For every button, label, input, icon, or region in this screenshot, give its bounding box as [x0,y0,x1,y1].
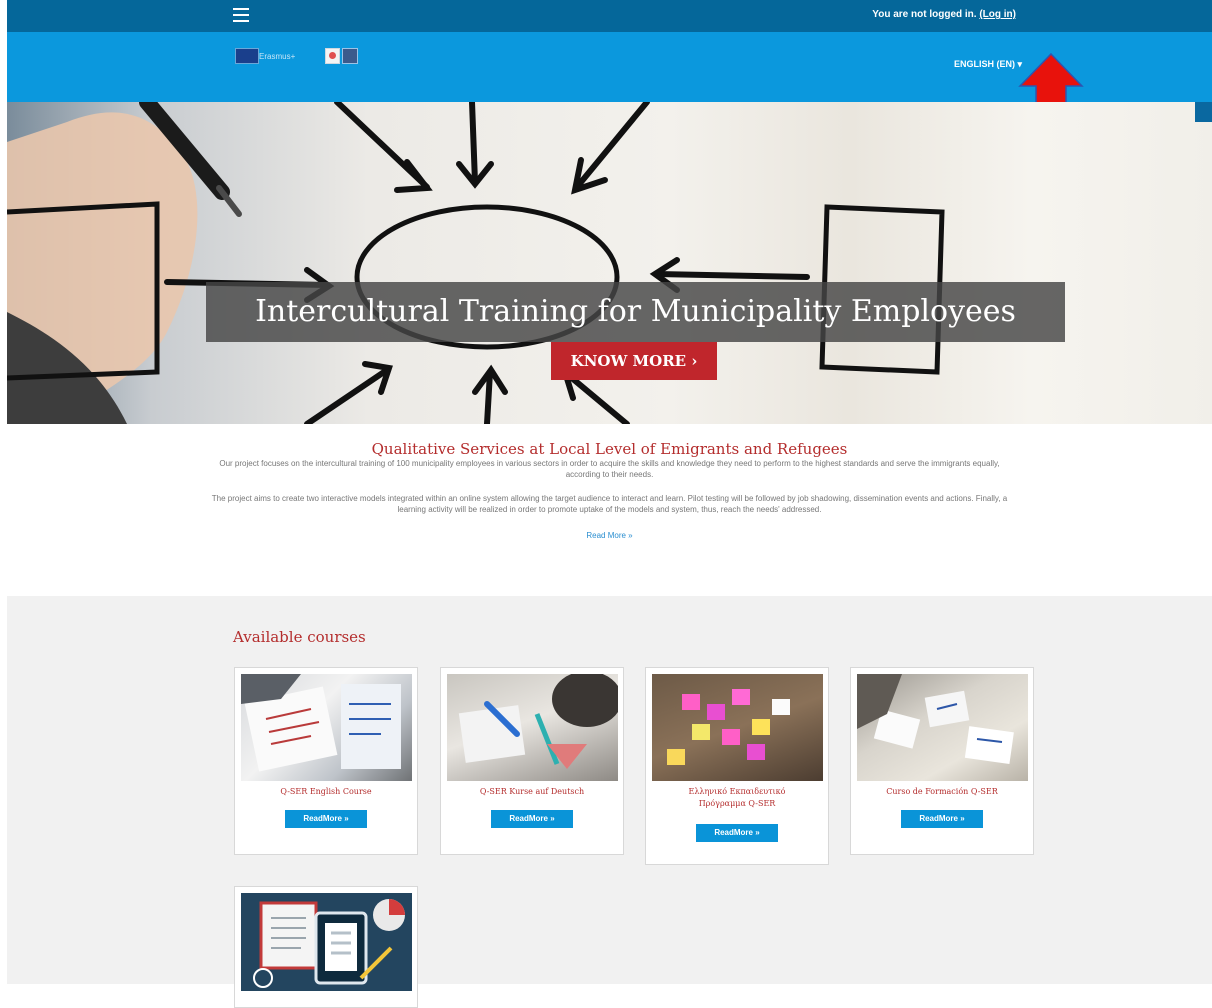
courses-section: Available courses Q-SER English Course R… [7,596,1212,1008]
project-logo[interactable] [325,48,340,64]
about-section: Qualitative Services at Local Level of E… [7,424,1212,596]
partner-logo[interactable] [342,48,358,64]
read-more-button[interactable]: ReadMore » [696,824,778,842]
read-more-button[interactable]: ReadMore » [285,810,367,828]
eu-flag-logo[interactable] [235,48,259,64]
course-card[interactable]: Q-SER Kurse auf Deutsch ReadMore » [440,667,624,855]
read-more-button[interactable]: ReadMore » [901,810,983,828]
course-card[interactable]: Ελληνικό Εκπαιδευτικό Πρόγραμμα Q-SER Re… [645,667,829,865]
course-title[interactable]: Q-SER Kurse auf Deutsch [441,786,623,798]
course-thumbnail[interactable] [241,893,412,991]
scroll-tab[interactable] [1195,102,1212,122]
course-card[interactable] [234,886,418,1008]
language-selector[interactable]: ENGLISH (EN) ▾ [954,59,1022,70]
hero-title: Intercultural Training for Municipality … [206,282,1065,342]
menu-icon[interactable] [233,8,249,22]
login-link[interactable]: (Log in) [979,9,1016,20]
read-more-link[interactable]: Read More » [586,531,632,540]
about-paragraph-1: Our project focuses on the intercultural… [219,459,1000,479]
top-bar: You are not logged in. (Log in) [7,0,1212,32]
language-label: ENGLISH (EN) [953,59,1015,69]
hero-banner: Intercultural Training for Municipality … [7,102,1212,424]
course-card[interactable]: Q-SER English Course ReadMore » [234,667,418,855]
read-more-button[interactable]: ReadMore » [491,810,573,828]
course-title[interactable]: Ελληνικό Εκπαιδευτικό Πρόγραμμα Q-SER [646,786,828,810]
course-title[interactable]: Q-SER English Course [235,786,417,798]
erasmus-logo-text: Erasmus+ [259,52,296,61]
course-thumbnail[interactable] [447,674,618,781]
course-title[interactable]: Curso de Formación Q-SER [851,786,1033,798]
login-info: You are not logged in. (Log in) [872,9,1016,20]
course-thumbnail[interactable] [652,674,823,781]
courses-heading: Available courses [233,628,366,646]
course-thumbnail[interactable] [857,674,1028,781]
course-card[interactable]: Curso de Formación Q-SER ReadMore » [850,667,1034,855]
about-paragraph-2: The project aims to create two interacti… [211,494,1008,514]
login-status-text: You are not logged in. [872,9,977,20]
know-more-button[interactable]: KNOW MORE › [551,342,717,380]
course-thumbnail[interactable] [241,674,412,781]
about-heading: Qualitative Services at Local Level of E… [371,440,848,458]
